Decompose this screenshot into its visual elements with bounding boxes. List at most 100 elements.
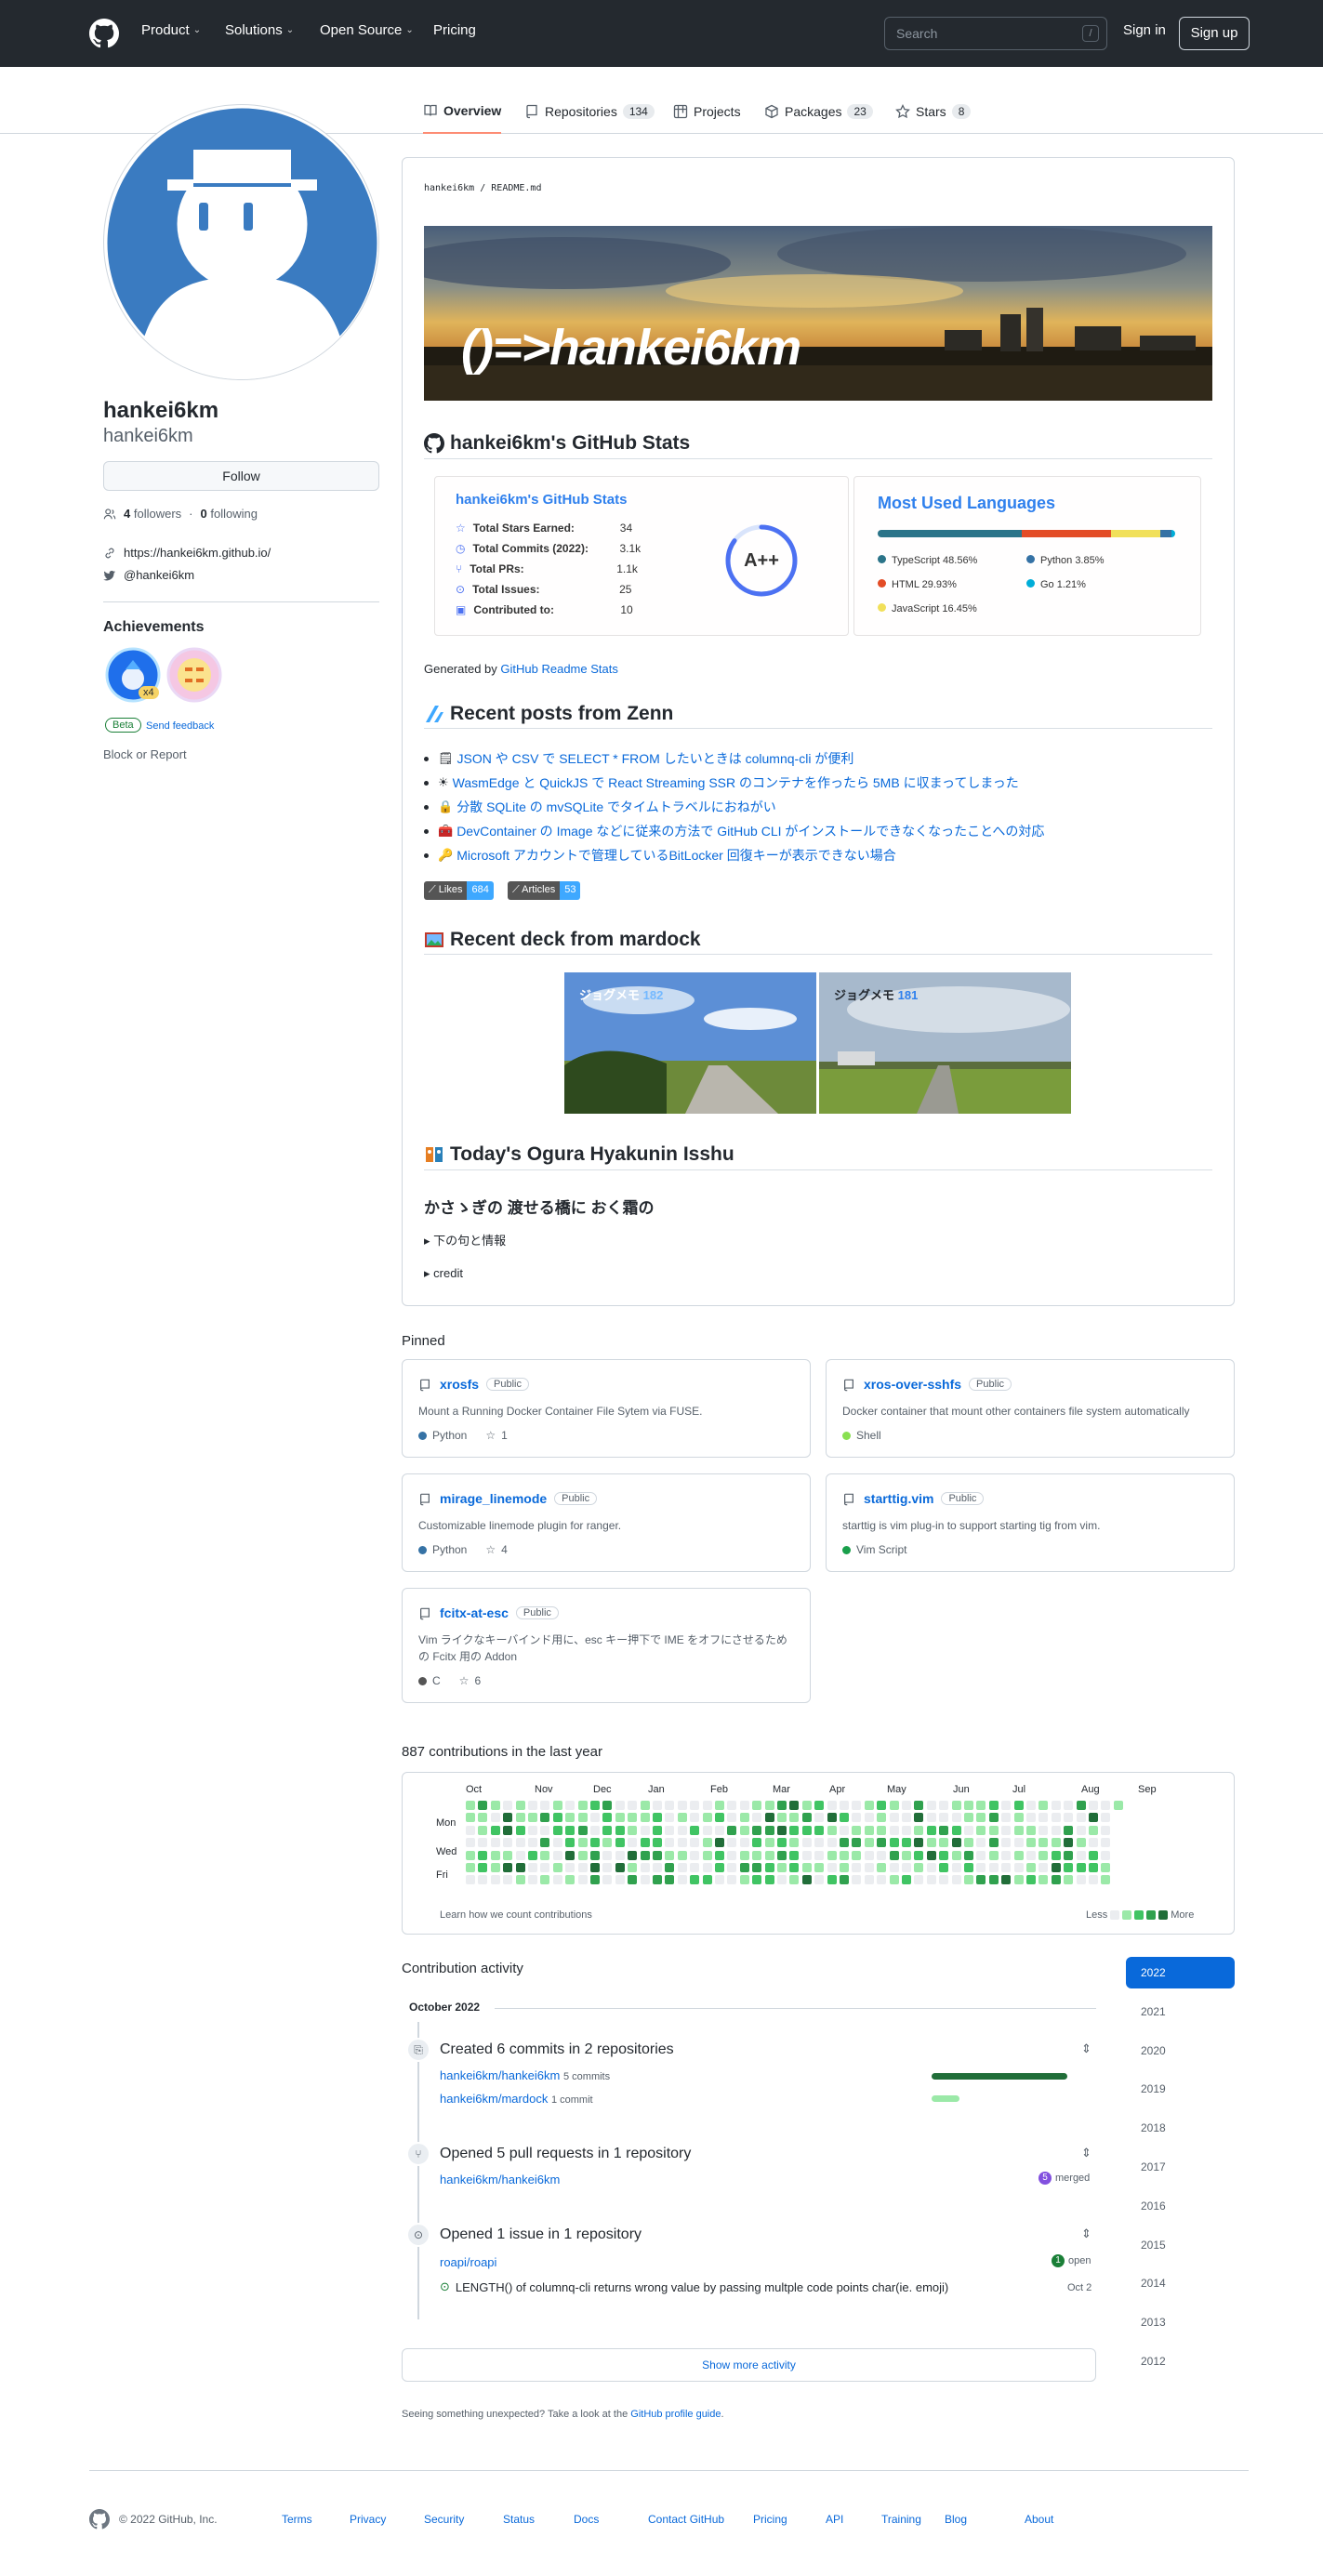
zenn-post[interactable]: 🗒 JSON や CSV で SELECT * FROM したいときは colum… — [424, 749, 853, 768]
contribution-day-cell[interactable] — [602, 1850, 613, 1860]
contribution-day-cell[interactable] — [1064, 1850, 1074, 1860]
contribution-day-cell[interactable] — [1064, 1838, 1074, 1848]
contribution-day-cell[interactable] — [877, 1850, 887, 1860]
contribution-day-cell[interactable] — [478, 1813, 488, 1823]
contribution-day-cell[interactable] — [1076, 1813, 1086, 1823]
contribution-day-cell[interactable] — [478, 1825, 488, 1835]
contribution-day-cell[interactable] — [889, 1813, 899, 1823]
contribution-day-cell[interactable] — [801, 1813, 812, 1823]
unfold-icon[interactable]: ⇕ — [1081, 2226, 1091, 2241]
contribution-day-cell[interactable] — [926, 1875, 936, 1885]
contribution-day-cell[interactable] — [914, 1801, 924, 1810]
contribution-day-cell[interactable] — [653, 1838, 662, 1848]
contribution-day-cell[interactable] — [565, 1875, 576, 1885]
contribution-day-cell[interactable] — [852, 1863, 862, 1872]
likes-badge[interactable]: ⟋ Likes 684 — [424, 881, 494, 900]
contribution-day-cell[interactable] — [852, 1838, 862, 1848]
show-more-activity-button[interactable]: Show more activity — [402, 2348, 1096, 2382]
contribution-day-cell[interactable] — [1089, 1850, 1098, 1860]
post-link[interactable]: 分散 SQLite の mvSQLite でタイムトラベルにおねがい — [456, 798, 776, 816]
contribution-day-cell[interactable] — [1039, 1825, 1049, 1835]
contribution-day-cell[interactable] — [951, 1801, 961, 1810]
github-logo-icon[interactable] — [89, 2509, 110, 2530]
contribution-day-cell[interactable] — [777, 1863, 787, 1872]
details-credit[interactable]: ▸ credit — [424, 1266, 463, 1281]
unfold-icon[interactable]: ⇕ — [1081, 2146, 1091, 2160]
contribution-day-cell[interactable] — [877, 1838, 887, 1848]
contribution-day-cell[interactable] — [1001, 1863, 1012, 1872]
contribution-day-cell[interactable] — [727, 1825, 737, 1835]
contribution-day-cell[interactable] — [727, 1850, 737, 1860]
breadcrumb-user[interactable]: hankei6km — [424, 183, 474, 193]
contribution-day-cell[interactable] — [677, 1838, 687, 1848]
contribution-day-cell[interactable] — [976, 1850, 986, 1860]
contribution-day-cell[interactable] — [615, 1801, 625, 1810]
contribution-day-cell[interactable] — [739, 1875, 749, 1885]
contribution-day-cell[interactable] — [988, 1850, 999, 1860]
contribution-day-cell[interactable] — [466, 1813, 475, 1823]
contribution-day-cell[interactable] — [914, 1838, 924, 1848]
contribution-day-cell[interactable] — [827, 1863, 837, 1872]
contribution-day-cell[interactable] — [951, 1863, 961, 1872]
year-link-2016[interactable]: 2016 — [1126, 2190, 1235, 2222]
contribution-day-cell[interactable] — [777, 1825, 787, 1835]
contribution-day-cell[interactable] — [939, 1863, 949, 1872]
contribution-day-cell[interactable] — [964, 1838, 973, 1848]
nav-solutions[interactable]: Solutions ⌄ — [225, 22, 294, 38]
contribution-day-cell[interactable] — [1089, 1875, 1098, 1885]
contribution-day-cell[interactable] — [615, 1813, 625, 1823]
contribution-day-cell[interactable] — [690, 1850, 700, 1860]
contribution-day-cell[interactable] — [914, 1813, 924, 1823]
contribution-day-cell[interactable] — [1026, 1850, 1036, 1860]
contribution-day-cell[interactable] — [951, 1875, 961, 1885]
contribution-day-cell[interactable] — [840, 1875, 849, 1885]
contribution-day-cell[interactable] — [640, 1825, 650, 1835]
contribution-day-cell[interactable] — [640, 1801, 650, 1810]
contribution-day-cell[interactable] — [1101, 1825, 1111, 1835]
contribution-day-cell[interactable] — [690, 1863, 700, 1872]
contribution-day-cell[interactable] — [702, 1813, 712, 1823]
achievement-badge-yolo[interactable] — [166, 647, 222, 703]
contribution-day-cell[interactable] — [939, 1838, 949, 1848]
contribution-day-cell[interactable] — [864, 1801, 874, 1810]
contribution-day-cell[interactable] — [490, 1838, 500, 1848]
contribution-day-cell[interactable] — [1051, 1813, 1061, 1823]
contribution-day-cell[interactable] — [877, 1863, 887, 1872]
contribution-day-cell[interactable] — [976, 1863, 986, 1872]
contribution-day-cell[interactable] — [602, 1825, 613, 1835]
contribution-day-cell[interactable] — [752, 1801, 762, 1810]
contribution-day-cell[interactable] — [552, 1801, 562, 1810]
contribution-day-cell[interactable] — [801, 1838, 812, 1848]
contribution-day-cell[interactable] — [490, 1801, 500, 1810]
contribution-day-cell[interactable] — [715, 1875, 724, 1885]
github-stats-card[interactable]: hankei6km's GitHub Stats ☆ Total Stars Ea… — [434, 476, 849, 636]
contribution-day-cell[interactable] — [1051, 1838, 1061, 1848]
contribution-day-cell[interactable] — [690, 1825, 700, 1835]
contribution-day-cell[interactable] — [939, 1801, 949, 1810]
articles-badge[interactable]: ⟋ Articles 53 — [508, 881, 581, 900]
contribution-day-cell[interactable] — [490, 1813, 500, 1823]
contribution-day-cell[interactable] — [565, 1838, 576, 1848]
contribution-day-cell[interactable] — [752, 1875, 762, 1885]
contribution-day-cell[interactable] — [864, 1838, 874, 1848]
contribution-day-cell[interactable] — [590, 1863, 600, 1872]
contribution-day-cell[interactable] — [902, 1813, 911, 1823]
contribution-day-cell[interactable] — [466, 1801, 475, 1810]
profile-guide-link[interactable]: GitHub profile guide — [630, 2409, 721, 2420]
contribution-day-cell[interactable] — [1026, 1801, 1036, 1810]
contribution-day-cell[interactable] — [653, 1863, 662, 1872]
contribution-day-cell[interactable] — [528, 1875, 537, 1885]
contribution-day-cell[interactable] — [727, 1875, 737, 1885]
contribution-day-cell[interactable] — [1064, 1825, 1074, 1835]
contribution-day-cell[interactable] — [976, 1801, 986, 1810]
contribution-day-cell[interactable] — [827, 1801, 837, 1810]
contribution-day-cell[interactable] — [852, 1813, 862, 1823]
contribution-day-cell[interactable] — [702, 1825, 712, 1835]
contribution-day-cell[interactable] — [1039, 1850, 1049, 1860]
contribution-day-cell[interactable] — [1013, 1850, 1024, 1860]
contribution-day-cell[interactable] — [577, 1838, 588, 1848]
footer-link-docs[interactable]: Docs — [574, 2513, 599, 2526]
post-link[interactable]: Microsoft アカウントで管理しているBitLocker 回復キーが表示で… — [456, 846, 896, 865]
contribution-day-cell[interactable] — [577, 1875, 588, 1885]
nav-pricing[interactable]: Pricing — [433, 22, 476, 38]
